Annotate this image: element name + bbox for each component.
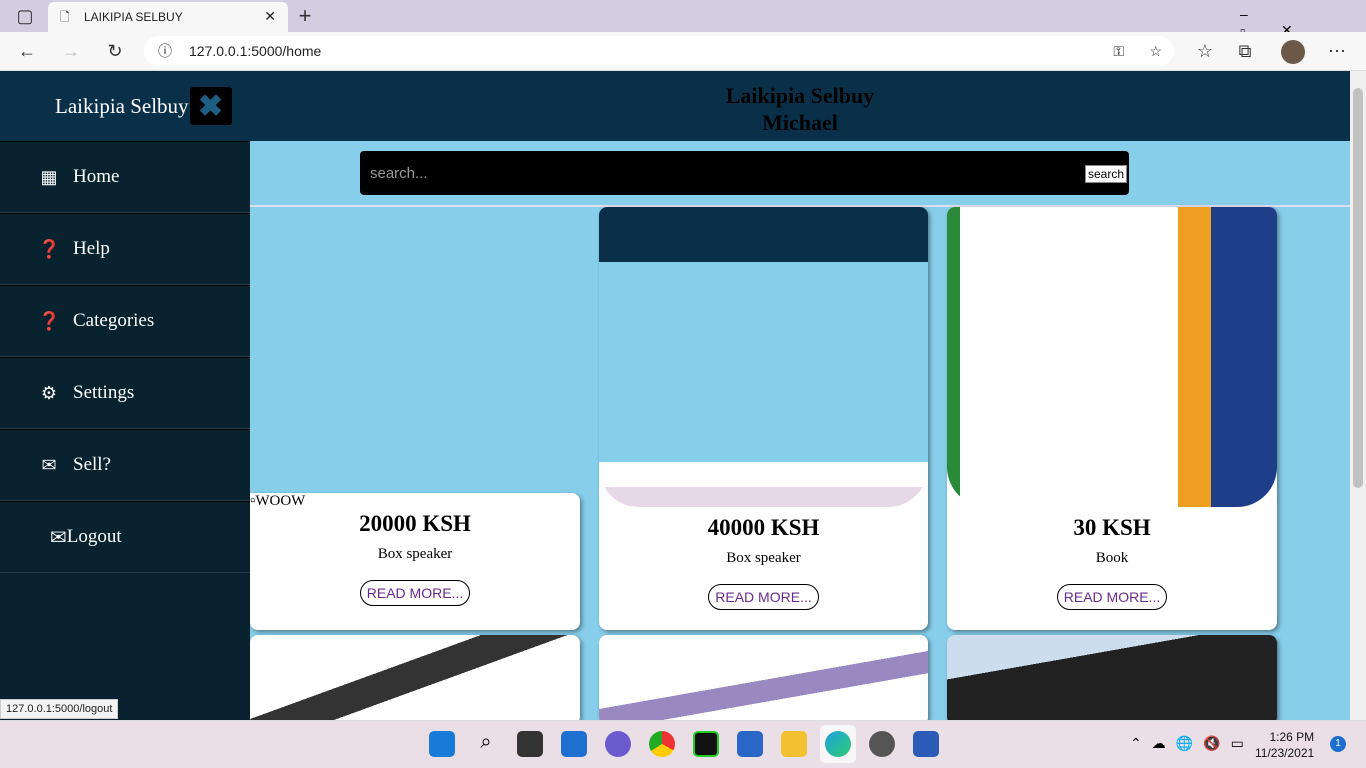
product-card (250, 635, 580, 725)
read-more-button[interactable]: READ MORE... (1056, 584, 1168, 610)
image-alt-text: WOOW (255, 493, 306, 509)
product-price: 20000 KSH (359, 511, 471, 536)
notification-badge[interactable]: 1 (1330, 736, 1346, 752)
system-tray-icons[interactable]: ⌃☁🌐🔇▭ (1130, 735, 1254, 752)
close-icon: ✖ (197, 89, 224, 123)
store-icon[interactable] (737, 731, 763, 757)
forward-icon[interactable]: → (56, 36, 86, 66)
widgets-icon[interactable] (561, 731, 587, 757)
tab-actions-icon[interactable]: ▢ (10, 1, 40, 31)
product-price: 30 KSH (1073, 515, 1151, 540)
qr-icon: ▦ (40, 166, 58, 187)
search-button[interactable]: search (1085, 165, 1128, 183)
task-view-icon[interactable] (517, 731, 543, 757)
info-icon: ⓘ (158, 43, 172, 59)
product-price: 40000 KSH (707, 515, 820, 540)
profile-avatar[interactable] (1281, 40, 1305, 64)
clock[interactable]: 1:26 PM 11/23/2021 (1255, 729, 1314, 761)
product-image (599, 207, 928, 507)
product-image (947, 207, 1277, 507)
start-icon[interactable] (429, 731, 455, 757)
sidebar-item-sell[interactable]: ✉ Sell? (0, 429, 250, 501)
nav-label: Categories (73, 310, 155, 331)
tab-bar: ▢ 🗋 LAIKIPIA SELBUY ✕ + –▫✕ (0, 0, 1366, 38)
question-icon: ❓ (38, 310, 61, 331)
taskbar: ⌕ ⌃☁🌐🔇▭ (0, 720, 1366, 768)
read-more-button[interactable]: READ MORE... (708, 584, 819, 610)
nav-label: Settings (73, 382, 135, 403)
word-icon[interactable] (913, 731, 939, 757)
edge-icon[interactable] (825, 731, 851, 757)
question-icon: ❓ (38, 238, 61, 259)
product-card (947, 635, 1277, 725)
close-sidebar-button[interactable]: ✖ (189, 87, 232, 125)
header-username: Michael (762, 110, 838, 135)
sidebar-item-settings[interactable]: ⚙ Settings (0, 357, 250, 429)
nav-label: Sell? (73, 454, 111, 475)
time: 1:26 PM (1269, 730, 1315, 744)
product-card: 40000 KSH Box speaker READ MORE... (599, 207, 928, 630)
nav-label: Home (73, 166, 120, 187)
product-card: ▫WOOW 20000 KSH Box speaker READ MORE... (250, 493, 580, 630)
search-bar: search (360, 151, 1129, 195)
tab-title: LAIKIPIA SELBUY (84, 10, 183, 24)
sidebar-item-categories[interactable]: ❓ Categories (0, 285, 250, 357)
status-bar-url: 127.0.0.1:5000/logout (0, 699, 119, 719)
product-name: Box speaker (726, 550, 801, 566)
browser-tab[interactable]: 🗋 LAIKIPIA SELBUY ✕ (48, 2, 288, 32)
close-tab-icon[interactable]: ✕ (264, 8, 276, 25)
read-more-button[interactable]: READ MORE... (359, 580, 471, 606)
pycharm-icon[interactable] (693, 731, 719, 757)
page-header: Laikipia Selbuy Michael (250, 71, 1350, 141)
sidebar-item-logout[interactable]: ✉ Logout (0, 501, 250, 573)
header-title: Laikipia Selbuy (725, 83, 875, 108)
scrollbar-thumb[interactable] (1353, 88, 1363, 488)
url-text: 127.0.0.1:5000/home (189, 43, 322, 59)
new-tab-icon[interactable]: + (290, 1, 320, 31)
gear-icon: ⚙ (40, 382, 58, 403)
sidebar-brand: Laikipia Selbuy ✖ (0, 71, 250, 141)
back-icon[interactable]: ← (12, 36, 42, 66)
sidebar-item-help[interactable]: ❓ Help (0, 213, 250, 285)
chrome-icon[interactable] (649, 731, 675, 757)
product-name: Box speaker (377, 546, 453, 562)
more-icon[interactable]: ⋯ (1322, 36, 1352, 66)
favorites-icon[interactable]: ☆ (1190, 36, 1220, 66)
envelope-icon: ✉ (41, 454, 57, 475)
envelope-icon: ✉ (50, 526, 67, 549)
sidebar-item-home[interactable]: ▦ Home (0, 141, 250, 213)
nav-label: Help (73, 238, 110, 259)
search-input[interactable] (360, 151, 1080, 195)
date: 11/23/2021 (1255, 746, 1315, 760)
product-name: Book (1095, 550, 1129, 566)
file-explorer-icon[interactable] (781, 731, 807, 757)
nav-label: Logout (66, 526, 122, 547)
brand-name: Laikipia Selbuy (55, 93, 189, 118)
reload-icon[interactable]: ↻ (100, 36, 130, 66)
add-favorite-icon[interactable]: ☆ (1149, 36, 1162, 66)
broken-product-image: ▫WOOW (250, 493, 306, 509)
page-icon: 🗋 (60, 10, 70, 24)
collections-icon[interactable]: ⧉ (1230, 36, 1260, 66)
settings-icon[interactable] (869, 731, 895, 757)
sidebar: Laikipia Selbuy ✖ ▦ Home ❓ Help ❓ Categorie… (0, 71, 250, 720)
url-input[interactable]: ⓘ 127.0.0.1:5000/home ⚿ ☆ (144, 36, 1174, 66)
product-card: 30 KSH Book READ MORE... (947, 207, 1277, 630)
chat-icon[interactable] (605, 731, 631, 757)
search-icon[interactable]: ⌕ (473, 731, 499, 757)
product-card (599, 635, 928, 725)
key-icon[interactable]: ⚿ (1113, 36, 1124, 66)
